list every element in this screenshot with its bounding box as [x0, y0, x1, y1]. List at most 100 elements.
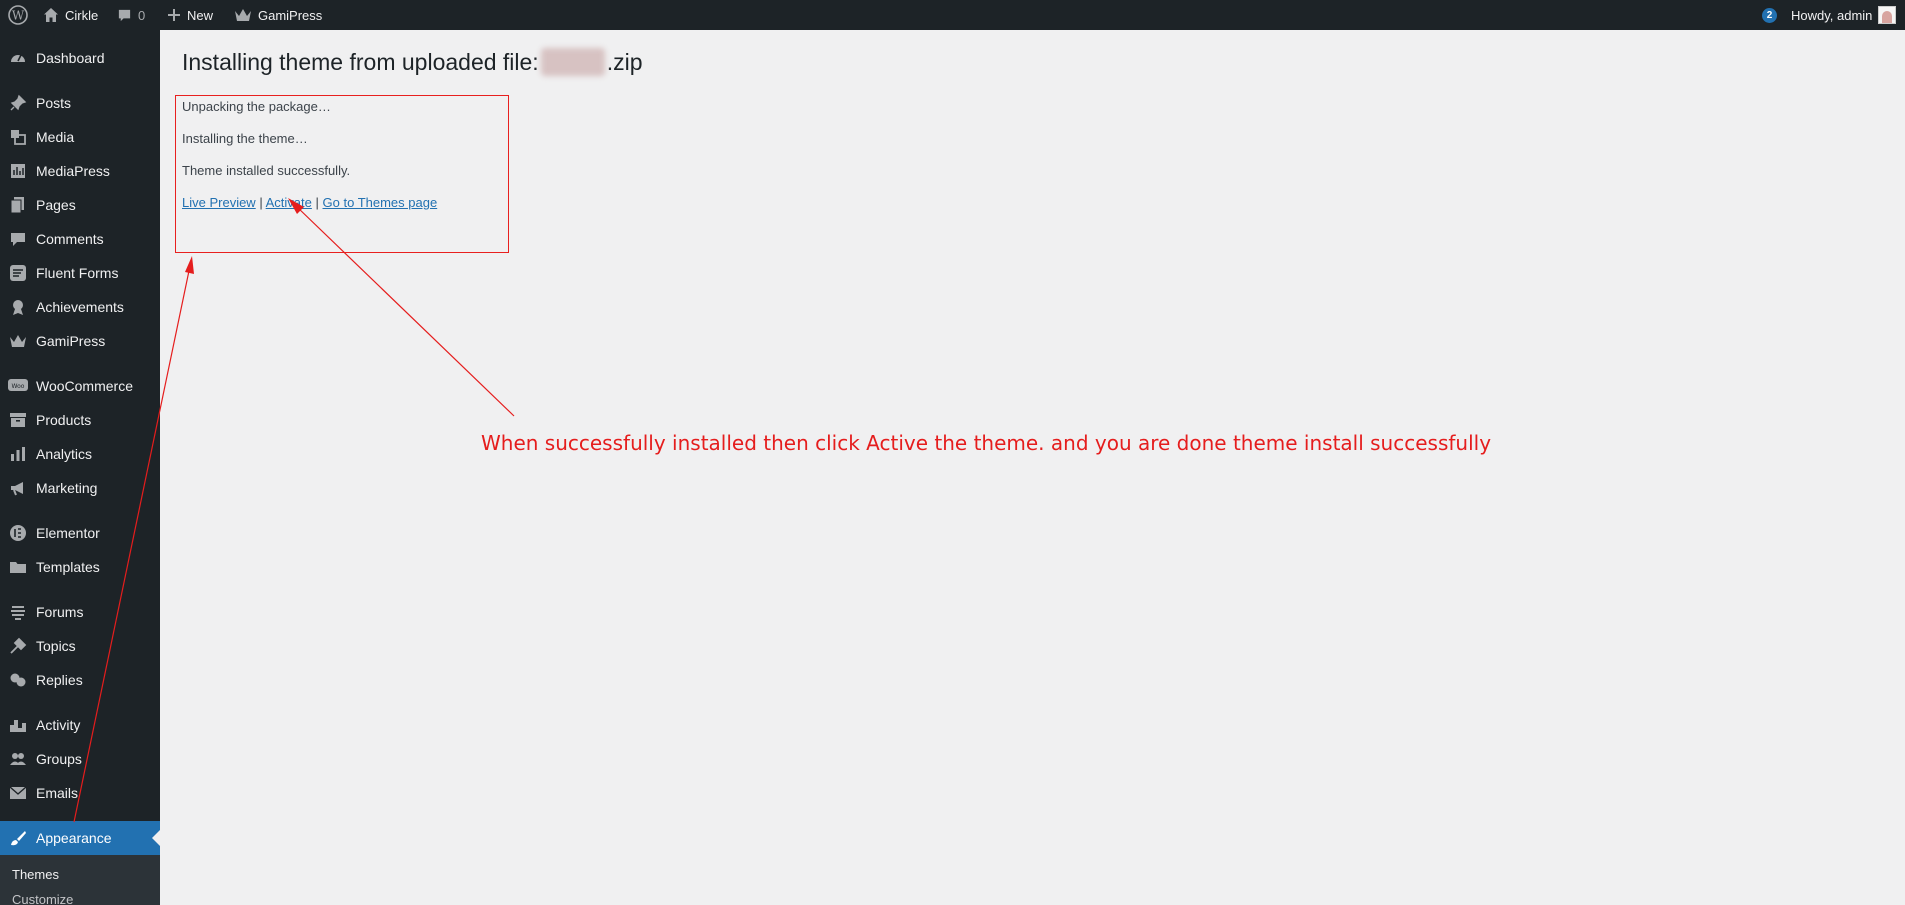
replies-icon: [0, 671, 36, 689]
sidebar-item-topics[interactable]: Topics: [0, 629, 160, 663]
brush-icon: [0, 829, 36, 847]
image-gallery-icon: [0, 162, 36, 180]
award-icon: [0, 298, 36, 316]
sidebar-item-marketing[interactable]: Marketing: [0, 471, 160, 505]
wordpress-logo-icon[interactable]: W: [8, 0, 28, 30]
gamipress-link[interactable]: GamiPress: [234, 0, 322, 30]
sidebar-item-label: Comments: [36, 231, 104, 247]
sidebar-item-posts[interactable]: Posts: [0, 86, 160, 120]
submenu-item-customize[interactable]: Customize: [12, 892, 73, 905]
sidebar-item-label: WooCommerce: [36, 378, 133, 394]
groups-icon: [0, 750, 36, 768]
annotation-arrow-activate: [295, 205, 515, 417]
sidebar-item-analytics[interactable]: Analytics: [0, 437, 160, 471]
themes-page-link[interactable]: Go to Themes page: [323, 195, 438, 210]
svg-text:W: W: [12, 9, 25, 23]
sidebar-item-gamipress[interactable]: GamiPress: [0, 324, 160, 358]
action-links: Live Preview | Activate | Go to Themes p…: [182, 193, 437, 212]
sidebar-item-label: Analytics: [36, 446, 93, 462]
sidebar-item-label: Appearance: [36, 830, 112, 846]
comments-link[interactable]: 0: [117, 0, 145, 30]
sidebar-item-groups[interactable]: Groups: [0, 742, 160, 776]
megaphone-icon: [0, 479, 36, 497]
activate-link[interactable]: Activate: [266, 195, 312, 210]
submenu-item-themes[interactable]: Themes: [12, 867, 59, 882]
pin-icon: [0, 94, 36, 112]
email-icon: [0, 784, 36, 802]
sidebar-item-forums[interactable]: Forums: [0, 595, 160, 629]
plus-icon: [167, 8, 181, 22]
page-title-prefix: Installing theme from uploaded file:: [182, 48, 539, 75]
blurred-filename: [540, 48, 605, 76]
dashboard-icon: [0, 49, 36, 67]
archive-icon: [0, 411, 36, 429]
page-title: Installing theme from uploaded file: .zip: [182, 48, 643, 76]
sidebar-item-label: Media: [36, 129, 75, 145]
sidebar-item-label: Marketing: [36, 480, 98, 496]
media-icon: [0, 128, 36, 146]
admin-bar: W Cirkle 0 New GamiPress 2 Howdy, admin: [0, 0, 1905, 30]
log-line: Theme installed successfully.: [182, 163, 351, 178]
sidebar-item-label: Emails: [36, 785, 79, 801]
sidebar-item-label: Templates: [36, 559, 100, 575]
sidebar-item-products[interactable]: Products: [0, 403, 160, 437]
install-log: Unpacking the package… Installing the th…: [182, 97, 437, 225]
sidebar-item-label: Elementor: [36, 525, 100, 541]
crown-icon: [0, 333, 36, 349]
avatar: [1878, 6, 1897, 24]
log-line: Installing the theme…: [182, 131, 308, 146]
sidebar-item-achievements[interactable]: Achievements: [0, 290, 160, 324]
link-separator: |: [315, 195, 319, 210]
sidebar-item-pages[interactable]: Pages: [0, 188, 160, 222]
admin-sidebar: Dashboard Posts Media MediaPress Pages Commen…: [0, 30, 160, 905]
sidebar-item-label: Groups: [36, 751, 82, 767]
gamipress-label: GamiPress: [258, 7, 323, 23]
sidebar-item-label: MediaPress: [36, 163, 110, 179]
form-icon: [0, 264, 36, 282]
updates-link[interactable]: 2: [1762, 0, 1777, 30]
sidebar-item-woocommerce[interactable]: Woo WooCommerce: [0, 369, 160, 403]
svg-text:Woo: Woo: [12, 383, 25, 390]
annotation-arrowhead-appearance: [185, 256, 194, 274]
bar-chart-icon: [0, 445, 36, 463]
log-line: Unpacking the package…: [182, 99, 331, 114]
page-title-suffix: .zip: [606, 48, 643, 75]
sidebar-item-label: Topics: [36, 638, 76, 654]
sidebar-item-elementor[interactable]: Elementor: [0, 516, 160, 550]
sidebar-item-replies[interactable]: Replies: [0, 663, 160, 697]
pages-icon: [0, 196, 36, 214]
site-name: Cirkle: [65, 7, 99, 23]
sidebar-item-appearance[interactable]: Appearance: [0, 821, 160, 855]
live-preview-link[interactable]: Live Preview: [182, 195, 256, 210]
sidebar-item-emails[interactable]: Emails: [0, 776, 160, 810]
annotation-text: When successfully installed then click A…: [481, 431, 1492, 455]
sidebar-item-label: Replies: [36, 672, 83, 688]
site-name-link[interactable]: Cirkle: [43, 0, 98, 30]
sidebar-item-templates[interactable]: Templates: [0, 550, 160, 584]
sidebar-item-label: Posts: [36, 95, 72, 111]
comment-bubble-icon: [117, 8, 132, 23]
comment-icon: [0, 230, 36, 248]
woo-icon: Woo: [0, 378, 36, 394]
comments-count: 0: [138, 7, 146, 23]
sidebar-item-label: GamiPress: [36, 333, 106, 349]
sidebar-item-fluent-forms[interactable]: Fluent Forms: [0, 256, 160, 290]
activity-icon: [0, 716, 36, 734]
appearance-submenu: Themes Customize: [0, 855, 160, 905]
account-menu[interactable]: Howdy, admin: [1791, 0, 1897, 30]
sidebar-item-dashboard[interactable]: Dashboard: [0, 41, 160, 75]
sidebar-item-label: Forums: [36, 604, 84, 620]
sidebar-item-comments[interactable]: Comments: [0, 222, 160, 256]
forums-icon: [0, 603, 36, 621]
sidebar-item-mediapress[interactable]: MediaPress: [0, 154, 160, 188]
sidebar-item-media[interactable]: Media: [0, 120, 160, 154]
sidebar-item-label: Dashboard: [36, 50, 105, 66]
topics-icon: [0, 637, 36, 655]
sidebar-item-label: Products: [36, 412, 92, 428]
sidebar-item-label: Achievements: [36, 299, 124, 315]
new-label: New: [187, 7, 214, 23]
new-content-link[interactable]: New: [167, 0, 213, 30]
home-icon: [43, 7, 59, 23]
elementor-icon: [0, 524, 36, 542]
sidebar-item-activity[interactable]: Activity: [0, 708, 160, 742]
